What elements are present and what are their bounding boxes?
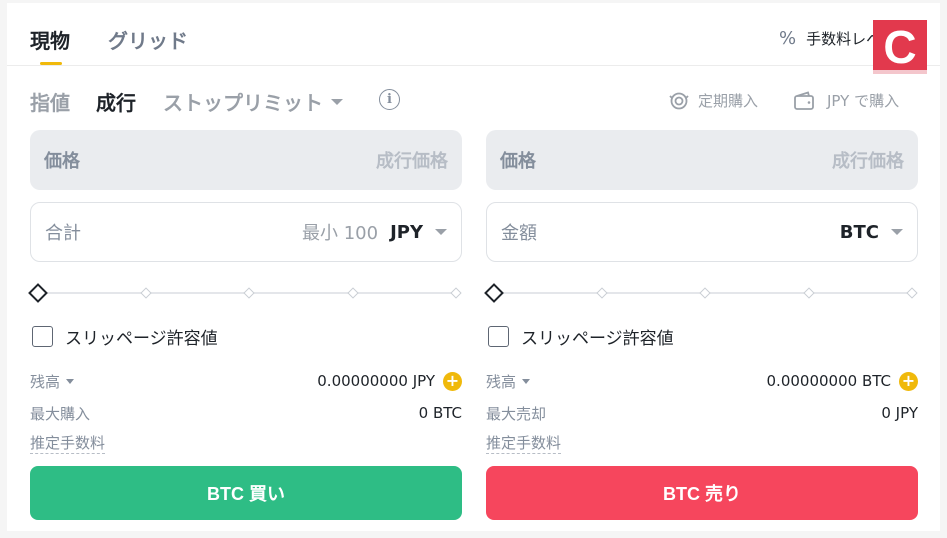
sell-slippage-toggle[interactable]: スリッページ許容値 <box>488 324 674 349</box>
info-icon[interactable]: i <box>379 89 400 110</box>
slider-step-50[interactable] <box>699 287 711 299</box>
sell-balance-value-wrap: 0.00000000 BTC + <box>766 371 918 391</box>
sell-max-label: 最大売却 <box>486 404 547 423</box>
caret-down-icon <box>522 378 531 384</box>
buy-max-label: 最大購入 <box>30 404 91 423</box>
sell-balance-label: 残高 <box>486 372 517 391</box>
sell-slippage-label: スリッページ許容値 <box>521 329 674 349</box>
buy-total-label: 合計 <box>45 223 81 244</box>
buy-max-row: 最大購入 0 BTC <box>30 402 462 424</box>
slider-step-75[interactable] <box>347 287 359 299</box>
slider-step-100[interactable] <box>450 287 462 299</box>
caret-down-icon <box>331 98 343 105</box>
sell-unit-label: BTC <box>839 221 879 243</box>
buy-with-jpy-label: JPY で購入 <box>827 92 900 110</box>
active-tab-indicator <box>40 62 62 65</box>
trade-panel: 現物 グリッド % 手数料レベル C 指値 成行 ストップリミット i 定期購入 <box>7 3 940 531</box>
buy-slippage-checkbox[interactable] <box>32 326 53 347</box>
sell-amount-slider[interactable] <box>484 283 918 303</box>
sell-fee-row: 推定手数料 <box>486 432 918 454</box>
caret-down-icon <box>435 229 447 235</box>
order-type-stop-limit[interactable]: ストップリミット <box>163 87 343 116</box>
buy-amount-slider[interactable] <box>28 283 462 303</box>
buy-unit-label: JPY <box>390 221 423 243</box>
slider-step-25[interactable] <box>140 287 152 299</box>
brand-logo: C <box>873 20 927 74</box>
sell-max-row: 最大売却 0 JPY <box>486 402 918 424</box>
order-type-market[interactable]: 成行 <box>96 87 136 116</box>
slider-step-100[interactable] <box>906 287 918 299</box>
caret-down-icon <box>66 378 75 384</box>
buy-max-value: 0 BTC <box>418 404 462 422</box>
buy-with-jpy-link[interactable]: JPY で購入 <box>793 90 899 111</box>
slider-step-25[interactable] <box>596 287 608 299</box>
buy-price-value: 成行価格 <box>376 151 448 172</box>
buy-unit-selector[interactable]: JPY <box>390 222 447 243</box>
sell-price-value: 成行価格 <box>832 151 904 172</box>
slider-step-75[interactable] <box>803 287 815 299</box>
buy-fee-label[interactable]: 推定手数料 <box>30 432 106 454</box>
percent-icon: % <box>779 27 797 49</box>
sell-max-value: 0 JPY <box>881 404 918 422</box>
sell-amount-label: 金額 <box>501 223 537 244</box>
buy-slippage-label: スリッページ許容値 <box>65 329 218 349</box>
recurring-buy-link[interactable]: 定期購入 <box>668 90 758 111</box>
slider-thumb[interactable] <box>484 283 504 303</box>
tab-grid[interactable]: グリッド <box>108 25 188 54</box>
add-funds-icon[interactable]: + <box>899 371 918 391</box>
sell-price-field: 価格 成行価格 <box>486 130 918 190</box>
sell-balance-row: 残高 0.00000000 BTC + <box>486 370 918 392</box>
buy-price-field: 価格 成行価格 <box>30 130 462 190</box>
recurring-buy-label: 定期購入 <box>698 92 759 110</box>
buy-balance-value: 0.00000000 JPY <box>317 372 435 390</box>
add-funds-icon[interactable]: + <box>443 371 462 391</box>
sell-balance-label-wrap[interactable]: 残高 <box>486 371 531 392</box>
buy-balance-row: 残高 0.00000000 JPY + <box>30 370 462 392</box>
buy-balance-label-wrap[interactable]: 残高 <box>30 371 75 392</box>
recurring-icon <box>669 92 689 109</box>
buy-total-placeholder: 最小 100 <box>301 223 379 244</box>
buy-fee-row: 推定手数料 <box>30 432 462 454</box>
order-type-selector: 指値 成行 ストップリミット i 定期購入 JPY で購入 <box>7 87 940 115</box>
slider-thumb[interactable] <box>28 283 48 303</box>
buy-balance-value-wrap: 0.00000000 JPY + <box>317 371 462 391</box>
trade-type-tabs: 現物 グリッド % 手数料レベル C <box>7 3 940 74</box>
tab-spot[interactable]: 現物 <box>30 25 70 54</box>
order-type-stop-limit-label: ストップリミット <box>163 91 323 115</box>
sell-amount-input[interactable]: 金額 BTC <box>486 202 918 262</box>
caret-down-icon <box>891 229 903 235</box>
sell-slippage-checkbox[interactable] <box>488 326 509 347</box>
buy-total-input[interactable]: 合計 最小 100 JPY <box>30 202 462 262</box>
buy-price-label: 価格 <box>44 151 80 172</box>
sell-btc-button[interactable]: BTC 売り <box>486 466 918 520</box>
sell-unit-selector[interactable]: BTC <box>840 222 903 243</box>
order-type-limit[interactable]: 指値 <box>30 87 70 116</box>
buy-btc-button[interactable]: BTC 買い <box>30 466 462 520</box>
sell-fee-label[interactable]: 推定手数料 <box>486 432 562 454</box>
sell-balance-value: 0.00000000 BTC <box>766 372 891 390</box>
wallet-icon <box>794 90 814 110</box>
sell-price-label: 価格 <box>500 151 536 172</box>
buy-slippage-toggle[interactable]: スリッページ許容値 <box>32 324 218 349</box>
brand-logo-letter: C <box>883 21 917 73</box>
buy-balance-label: 残高 <box>30 372 61 391</box>
slider-step-50[interactable] <box>243 287 255 299</box>
